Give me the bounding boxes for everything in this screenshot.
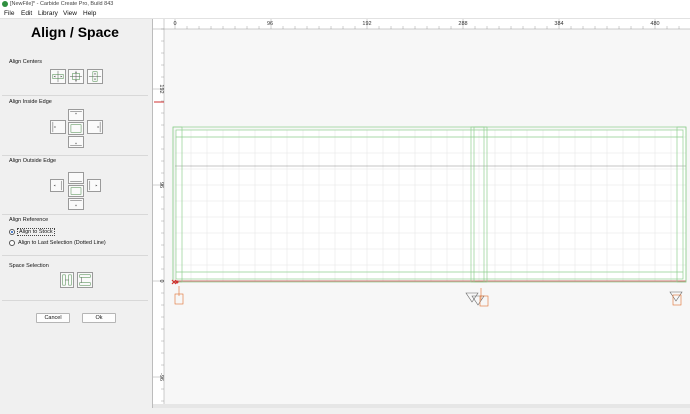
horizontal-scrollbar[interactable] bbox=[153, 404, 690, 408]
top-ruler bbox=[153, 19, 690, 29]
ruler-y-label: 0 bbox=[158, 279, 164, 282]
design-canvas[interactable]: 0 96 192 288 384 480 192 96 0 -96 bbox=[0, 0, 690, 414]
ruler-y-label: -96 bbox=[158, 373, 164, 381]
ruler-x-label: 96 bbox=[267, 21, 273, 27]
app-window: [NewFile]* - Carbide Create Pro, Build 8… bbox=[0, 0, 690, 414]
ruler-x-label: 384 bbox=[554, 21, 563, 27]
ruler-y-label: 96 bbox=[158, 182, 164, 188]
stock-rectangle bbox=[175, 130, 686, 281]
ruler-x-label: 0 bbox=[173, 21, 176, 27]
ruler-x-label: 480 bbox=[650, 21, 659, 27]
ruler-y-label: 192 bbox=[158, 84, 164, 93]
left-ruler bbox=[153, 19, 164, 408]
ruler-x-label: 192 bbox=[362, 21, 371, 27]
ruler-x-label: 288 bbox=[458, 21, 467, 27]
stock-area bbox=[174, 130, 686, 282]
